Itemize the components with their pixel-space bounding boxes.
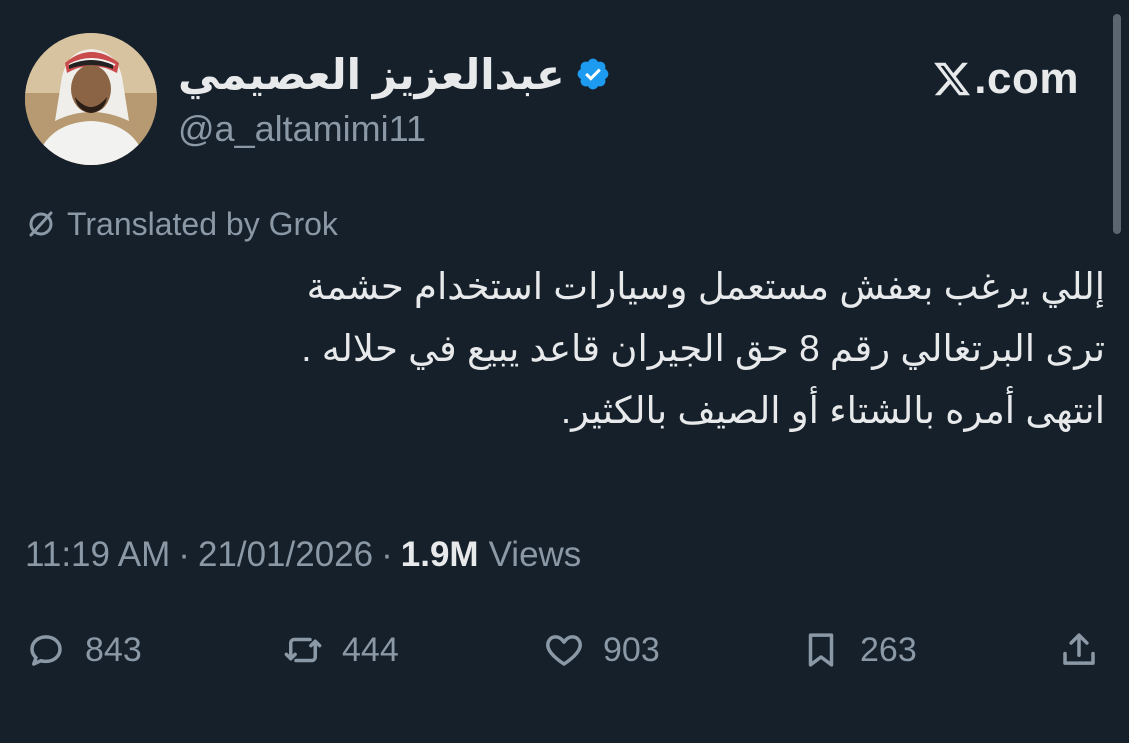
heart-icon [546,635,582,666]
meta-separator: · [381,535,393,574]
scrollbar[interactable] [1113,14,1121,234]
repost-button[interactable]: 444 [282,620,399,680]
reply-button[interactable]: 843 [25,620,142,680]
tweet-text-line: إللي يرغب بعفش مستعمل وسيارات استخدام حش… [306,266,1105,307]
translation-note[interactable]: Translated by Grok [25,204,338,244]
bookmark-icon [808,633,834,667]
like-count: 903 [603,630,660,669]
author-name-row[interactable]: عبدالعزيز العصيمي [178,50,611,98]
bookmark-button[interactable]: 263 [800,620,917,680]
tweet-text-line: ترى البرتغالي رقم 8 حق الجيران قاعد يبيع… [301,328,1105,369]
reply-count: 843 [85,630,142,669]
share-button[interactable] [1058,620,1100,680]
repost-icon [284,637,322,663]
like-button[interactable]: 903 [543,620,660,680]
views-label: Views [488,535,582,574]
brand-domain-label: .com [974,54,1079,103]
grok-icon [25,208,57,240]
action-bar: 843 444 903 263 [0,620,1129,680]
meta-separator: · [178,535,190,574]
tweet-time[interactable]: 11:19 AM [25,535,170,575]
views-count: 1.9M [400,535,479,574]
bookmark-count: 263 [860,630,917,669]
avatar-image [25,33,157,165]
tweet-meta: 11:19 AM · 21/01/2026 · 1.9M Views [25,530,581,580]
x-logo-icon [934,62,971,96]
author-handle[interactable]: @a_altamimi11 [178,108,426,150]
avatar[interactable] [25,33,157,165]
translation-label: Translated by Grok [67,205,338,242]
x-com-brand: .com [932,54,1079,104]
verified-badge-icon [575,56,611,92]
repost-count: 444 [342,630,399,669]
share-icon [1063,633,1095,665]
tweet-text-line: انتهى أمره بالشتاء أو الصيف بالكثير. [560,390,1105,431]
tweet-text: إللي يرغب بعفش مستعمل وسيارات استخدام حش… [25,256,1105,442]
tweet-date[interactable]: 21/01/2026 [198,535,373,575]
author-display-name[interactable]: عبدالعزيز العصيمي [178,50,565,99]
reply-icon [30,635,62,666]
